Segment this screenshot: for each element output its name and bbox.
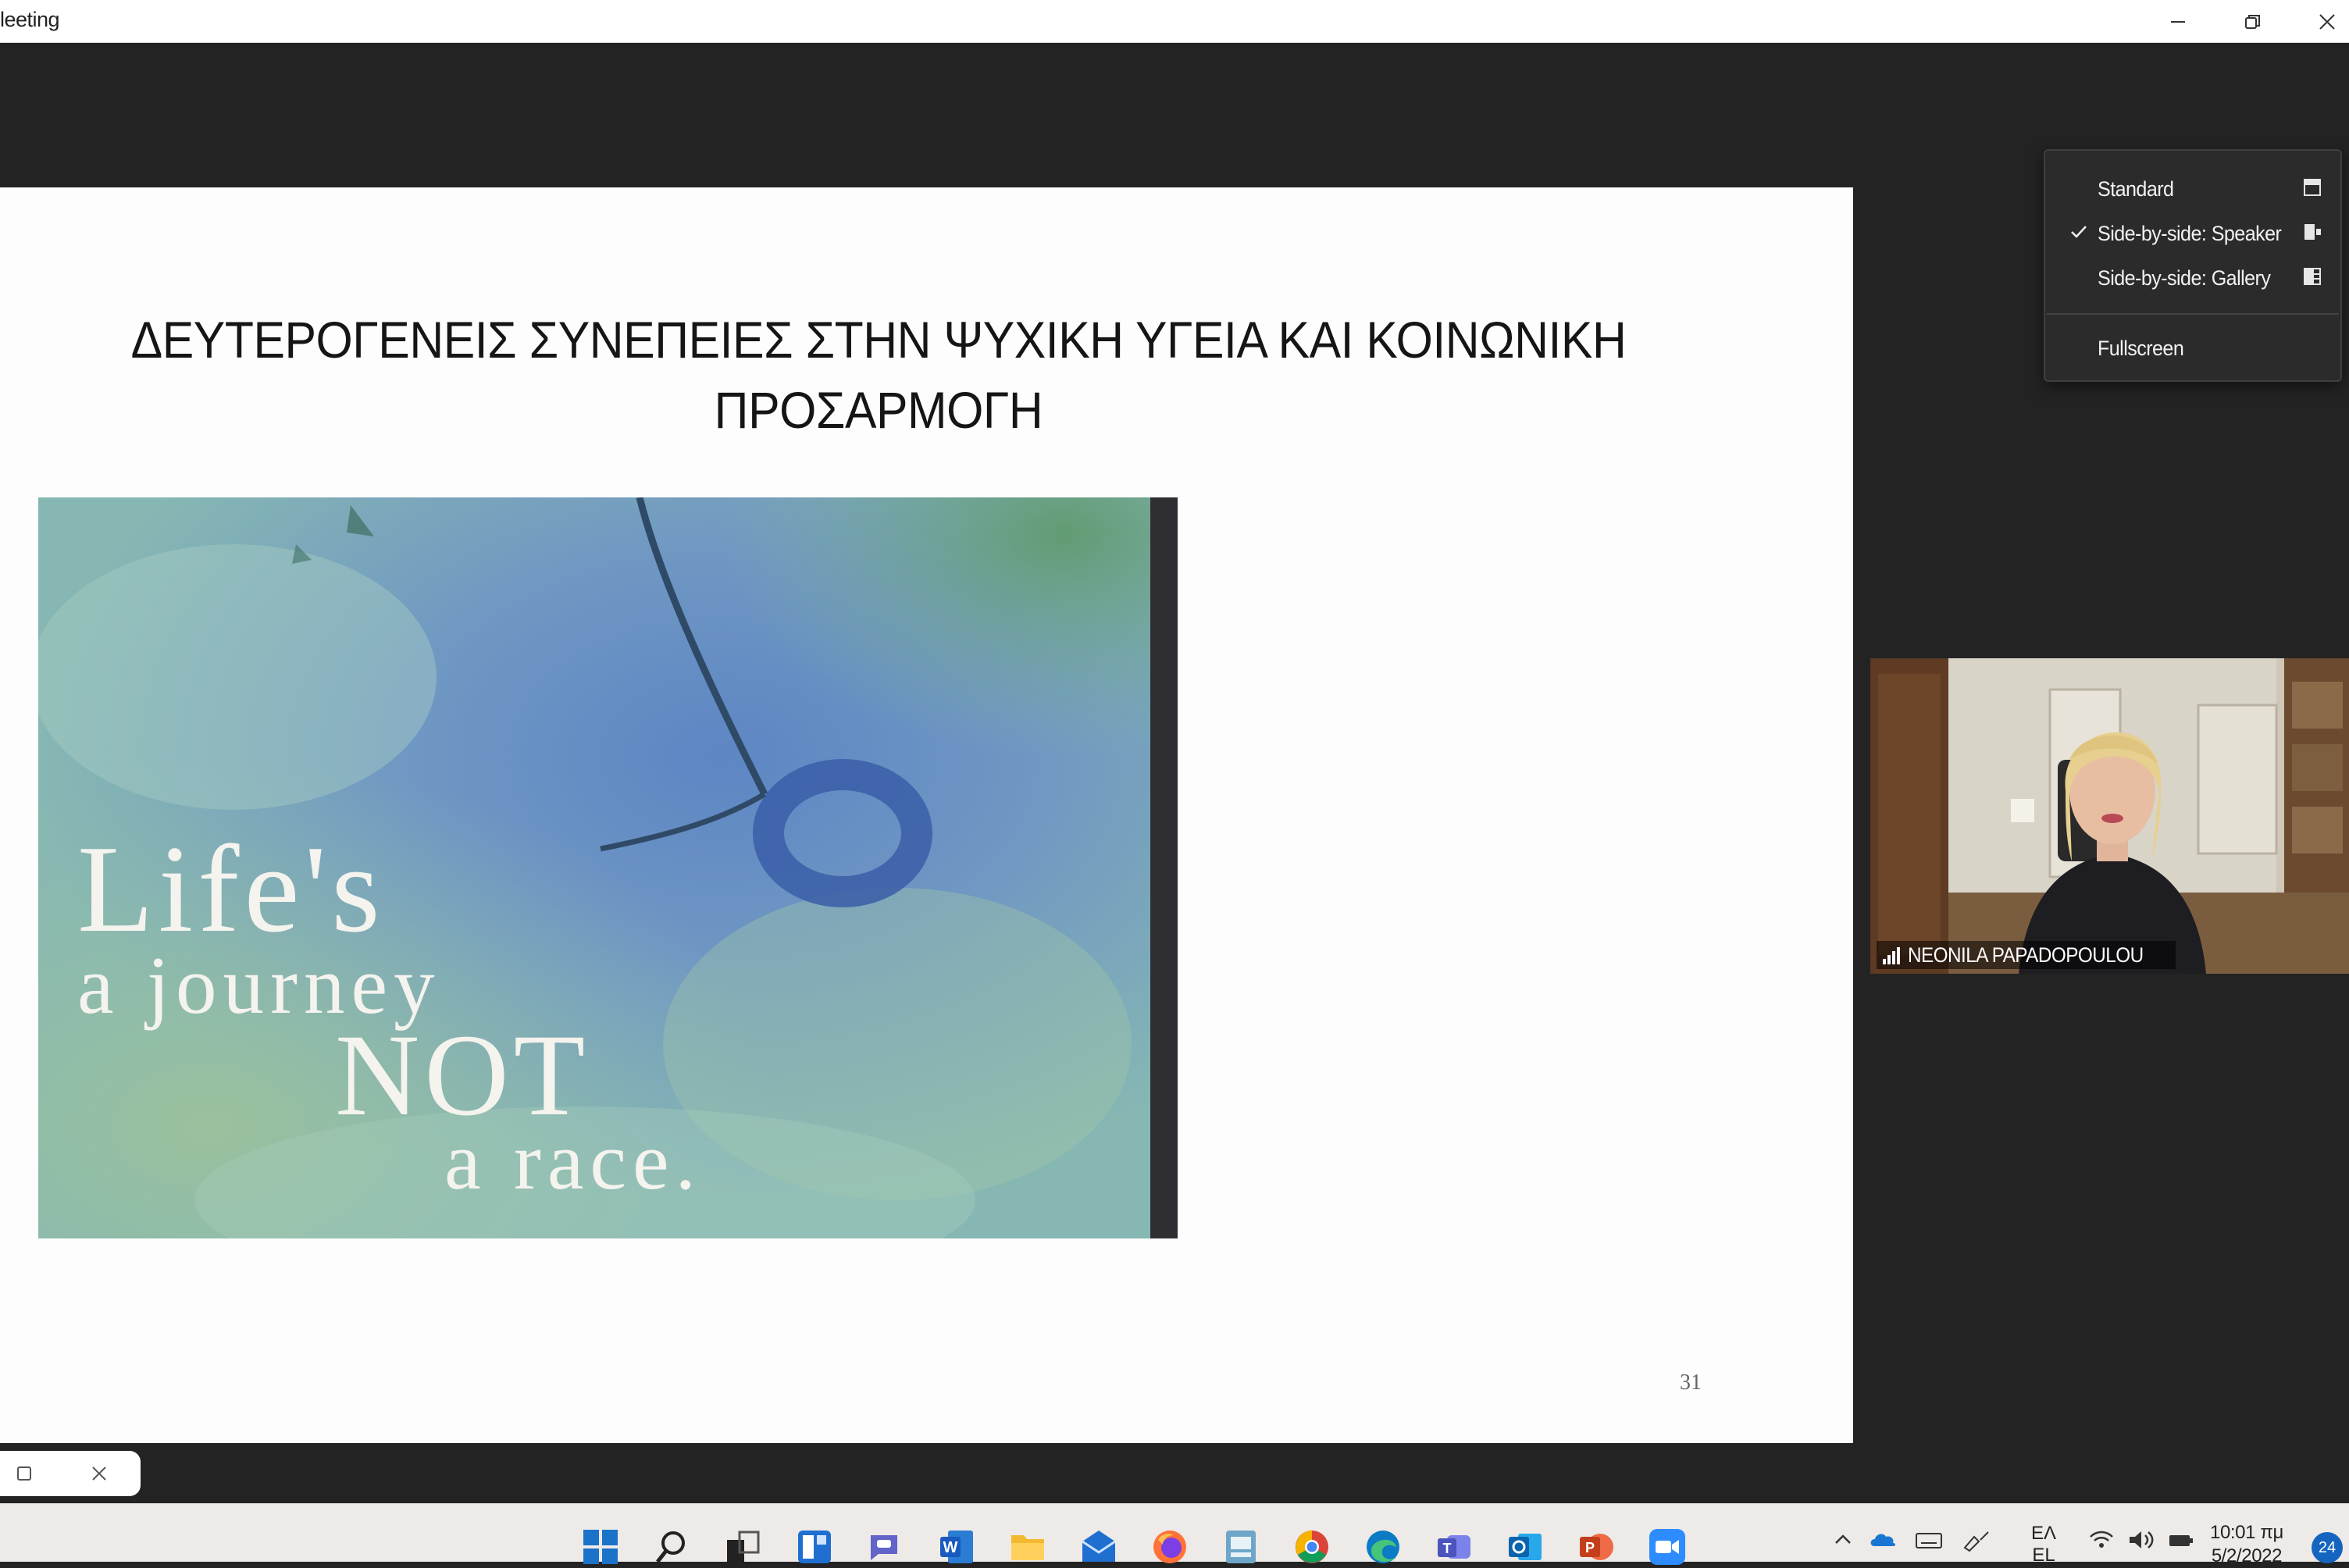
svg-text:T: T <box>1443 1541 1452 1556</box>
side-by-side-gallery-icon <box>2304 268 2321 285</box>
chrome-icon[interactable] <box>1292 1527 1331 1566</box>
slide-title-line2: ΠΡΟΣΑΡΜΟΓΗ <box>714 381 1043 439</box>
taskbar: W T P ΕΛ EL 10:01 πμ 5/2/2022 24 <box>0 1503 2349 1566</box>
minimize-button[interactable] <box>2143 0 2213 43</box>
app-icon[interactable] <box>1221 1527 1260 1566</box>
wifi-icon[interactable] <box>2088 1529 2115 1551</box>
mail-icon[interactable] <box>1079 1527 1118 1566</box>
close-icon[interactable] <box>91 1465 108 1482</box>
menu-item-side-by-side-gallery[interactable]: Side-by-side: Gallery <box>2045 255 2340 299</box>
language-line1: ΕΛ <box>2031 1523 2057 1544</box>
menu-item-fullscreen[interactable]: Fullscreen <box>2045 326 2340 369</box>
keyboard-icon[interactable] <box>1915 1529 1943 1551</box>
slide-title-line1: ΔΕΥΤΕΡΟΓΕΝΕΙΣ ΣΥΝΕΠΕΙΕΣ ΣΤΗΝ ΨΥΧΙΚΗ ΥΓΕΙ… <box>130 311 1627 369</box>
slide-page-number: 31 <box>1680 1370 1702 1395</box>
view-mode-menu: Standard Side-by-side: Speaker Side-by-s… <box>2044 149 2342 382</box>
chevron-up-icon[interactable] <box>1832 1529 1854 1551</box>
onedrive-icon[interactable] <box>1870 1529 1898 1551</box>
minimize-icon <box>2171 20 2185 23</box>
teams-icon[interactable]: T <box>1435 1527 1474 1566</box>
standard-layout-icon <box>2304 179 2321 196</box>
signal-strength-icon <box>1883 947 1900 964</box>
window-title: leeting <box>0 8 60 31</box>
side-by-side-speaker-icon <box>2304 224 2321 240</box>
restore-button[interactable] <box>2218 0 2288 43</box>
teams-chat-icon[interactable] <box>866 1527 905 1566</box>
participant-video[interactable]: NEONILA PAPADOPOULOU <box>1870 658 2349 974</box>
checkmark-icon <box>2071 226 2087 238</box>
close-button[interactable] <box>2292 0 2349 43</box>
participant-name-tag: NEONILA PAPADOPOULOU <box>1877 941 2176 969</box>
restore-icon[interactable] <box>16 1465 33 1482</box>
svg-text:P: P <box>1585 1540 1595 1556</box>
menu-separator <box>2047 313 2339 315</box>
menu-item-label: Standard <box>2098 177 2174 201</box>
firefox-icon[interactable] <box>1150 1527 1189 1566</box>
outlook-icon[interactable] <box>1506 1527 1545 1566</box>
slide-title: ΔΕΥΤΕΡΟΓΕΝΕΙΣ ΣΥΝΕΠΕΙΕΣ ΣΤΗΝ ΨΥΧΙΚΗ ΥΓΕΙ… <box>113 305 1644 445</box>
image-text-line1: Life's <box>77 819 385 958</box>
edge-icon[interactable] <box>1363 1527 1403 1566</box>
word-icon[interactable]: W <box>937 1527 976 1566</box>
pen-icon[interactable] <box>1962 1529 1993 1552</box>
powerpoint-icon[interactable]: P <box>1577 1527 1616 1566</box>
menu-item-label: Fullscreen <box>2098 337 2184 360</box>
shared-slide: ΔΕΥΤΕΡΟΓΕΝΕΙΣ ΣΥΝΕΠΕΙΕΣ ΣΤΗΝ ΨΥΧΙΚΗ ΥΓΕΙ… <box>0 187 1853 1443</box>
file-explorer-icon[interactable] <box>1008 1527 1047 1566</box>
meeting-stage: ΔΕΥΤΕΡΟΓΕΝΕΙΣ ΣΥΝΕΠΕΙΕΣ ΣΤΗΝ ΨΥΧΙΚΗ ΥΓΕΙ… <box>0 43 2349 1503</box>
zoom-icon[interactable] <box>1648 1527 1687 1566</box>
search-icon[interactable] <box>653 1527 692 1566</box>
task-view-icon[interactable] <box>724 1527 763 1566</box>
image-text-line4: a race. <box>444 1115 702 1206</box>
system-clock[interactable]: 10:01 πμ 5/2/2022 <box>2210 1521 2283 1568</box>
window-title-bar: leeting <box>0 0 2349 43</box>
language-indicator[interactable]: ΕΛ EL <box>2031 1523 2056 1566</box>
clock-date: 5/2/2022 <box>2211 1545 2283 1566</box>
widgets-icon[interactable] <box>795 1527 834 1566</box>
clock-time: 10:01 πμ <box>2210 1522 2283 1543</box>
battery-icon[interactable] <box>2168 1529 2196 1551</box>
notification-badge[interactable]: 24 <box>2312 1532 2343 1563</box>
slide-image: Life's a journey NOT a race. <box>38 497 1178 1238</box>
close-icon <box>2319 13 2335 30</box>
windows-start-icon[interactable] <box>581 1527 620 1566</box>
restore-icon <box>2245 14 2260 29</box>
svg-text:W: W <box>943 1539 958 1556</box>
language-line2: EL <box>2032 1545 2055 1566</box>
menu-item-side-by-side-speaker[interactable]: Side-by-side: Speaker <box>2045 211 2340 255</box>
menu-item-label: Side-by-side: Speaker <box>2098 222 2282 245</box>
minimized-window-controls <box>0 1451 141 1496</box>
volume-icon[interactable] <box>2127 1529 2155 1551</box>
menu-item-standard[interactable]: Standard <box>2045 166 2340 210</box>
participant-video-feed <box>1870 658 2349 974</box>
participant-name: NEONILA PAPADOPOULOU <box>1908 943 2144 967</box>
menu-item-label: Side-by-side: Gallery <box>2098 266 2271 290</box>
